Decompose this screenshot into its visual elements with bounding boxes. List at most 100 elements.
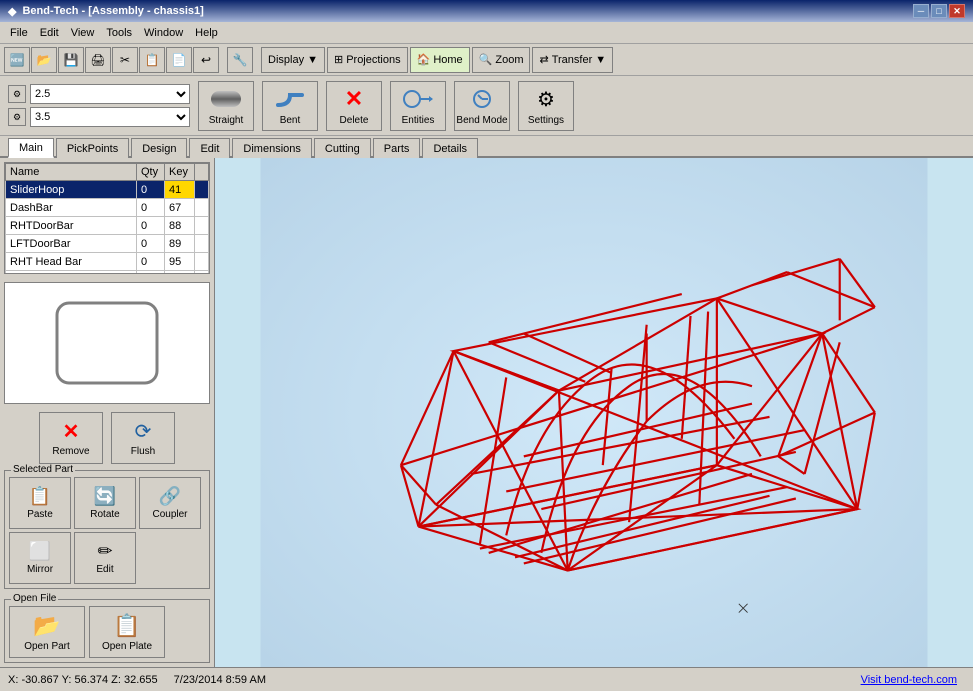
open-button[interactable]: 📂 bbox=[31, 47, 57, 73]
bent-label: Bent bbox=[280, 115, 301, 126]
copy-button[interactable]: 📋 bbox=[139, 47, 165, 73]
entities-icon bbox=[402, 85, 434, 113]
display-button[interactable]: Display ▼ bbox=[261, 47, 325, 73]
table-row[interactable]: SliderHoop 0 41 bbox=[6, 181, 209, 199]
tool-dropdowns: ⚙ 2.5 3.0 3.5 ⚙ 3.5 2.5 4.0 bbox=[8, 84, 190, 127]
col-header-key: Key bbox=[165, 164, 195, 181]
selected-part-title: Selected Part bbox=[11, 464, 75, 475]
display-label: Display bbox=[268, 54, 304, 66]
table-row[interactable]: LFT Head Bar 0 99 bbox=[6, 271, 209, 275]
projections-button[interactable]: ⊞ Projections bbox=[327, 47, 408, 73]
special-button[interactable]: 🔧 bbox=[227, 47, 253, 73]
straight-label: Straight bbox=[209, 115, 243, 126]
part-key: 67 bbox=[165, 199, 195, 217]
3d-viewport[interactable] bbox=[215, 158, 973, 667]
menu-view[interactable]: View bbox=[65, 25, 101, 41]
flush-button[interactable]: ⟳ Flush bbox=[111, 412, 175, 464]
coupler-button[interactable]: 🔗 Coupler bbox=[139, 477, 201, 529]
straight-button[interactable]: Straight bbox=[198, 81, 254, 131]
open-part-label: Open Part bbox=[24, 641, 70, 652]
remove-icon: ✕ bbox=[63, 419, 80, 444]
delete-button[interactable]: ✕ Delete bbox=[326, 81, 382, 131]
paste-button[interactable]: 📋 Paste bbox=[9, 477, 71, 529]
part-name: SliderHoop bbox=[6, 181, 137, 199]
open-part-button[interactable]: 📂 Open Part bbox=[9, 606, 85, 658]
parts-table: Name Qty Key SliderHoop 0 41 bbox=[5, 163, 209, 274]
tool-dropdown-2[interactable]: 3.5 2.5 4.0 bbox=[30, 107, 190, 127]
table-row[interactable]: RHT Head Bar 0 95 bbox=[6, 253, 209, 271]
delete-icon: ✕ bbox=[338, 85, 370, 113]
tab-cutting[interactable]: Cutting bbox=[314, 138, 371, 158]
tool-row-2: ⚙ 3.5 2.5 4.0 bbox=[8, 107, 190, 127]
tab-main[interactable]: Main bbox=[8, 138, 54, 158]
table-row[interactable]: LFTDoorBar 0 89 bbox=[6, 235, 209, 253]
rotate-button[interactable]: 🔄 Rotate bbox=[74, 477, 136, 529]
tab-pickpoints[interactable]: PickPoints bbox=[56, 138, 129, 158]
table-row[interactable]: RHTDoorBar 0 88 bbox=[6, 217, 209, 235]
part-key: 88 bbox=[165, 217, 195, 235]
part-key: 95 bbox=[165, 253, 195, 271]
menu-help[interactable]: Help bbox=[189, 25, 224, 41]
mirror-button[interactable]: ⬜ Mirror bbox=[9, 532, 71, 584]
paste-btn[interactable]: 📄 bbox=[166, 47, 192, 73]
titlebar-controls: ─ □ ✕ bbox=[913, 4, 965, 18]
minimize-button[interactable]: ─ bbox=[913, 4, 929, 18]
menu-tools[interactable]: Tools bbox=[100, 25, 138, 41]
projections-label: Projections bbox=[346, 54, 400, 66]
statusbar-link[interactable]: Visit bend-tech.com bbox=[861, 674, 965, 686]
rotate-icon: 🔄 bbox=[94, 486, 116, 507]
tab-details[interactable]: Details bbox=[422, 138, 478, 158]
settings-button[interactable]: ⚙ Settings bbox=[518, 81, 574, 131]
settings-icon: ⚙ bbox=[530, 85, 562, 113]
parts-list-scroll[interactable]: Name Qty Key SliderHoop 0 41 bbox=[5, 163, 209, 274]
menu-edit[interactable]: Edit bbox=[34, 25, 65, 41]
preview-svg bbox=[27, 283, 187, 403]
titlebar-left: ◆ Bend-Tech - [Assembly - chassis1] bbox=[8, 5, 204, 18]
menu-window[interactable]: Window bbox=[138, 25, 189, 41]
menu-file[interactable]: File bbox=[4, 25, 34, 41]
part-key: 89 bbox=[165, 235, 195, 253]
part-name: LFTDoorBar bbox=[6, 235, 137, 253]
bend-mode-label: Bend Mode bbox=[456, 115, 507, 126]
mirror-icon: ⬜ bbox=[29, 541, 51, 562]
transfer-button[interactable]: ⇄ Transfer ▼ bbox=[532, 47, 613, 73]
open-plate-label: Open Plate bbox=[102, 641, 152, 652]
part-name: RHT Head Bar bbox=[6, 253, 137, 271]
tool-area: ⚙ 2.5 3.0 3.5 ⚙ 3.5 2.5 4.0 Straight bbox=[0, 76, 973, 136]
tool-icon-1: ⚙ bbox=[8, 85, 26, 103]
bend-mode-button[interactable]: Bend Mode bbox=[454, 81, 510, 131]
zoom-button[interactable]: 🔍 Zoom bbox=[472, 47, 531, 73]
new-button[interactable]: 🆕 bbox=[4, 47, 30, 73]
entities-button[interactable]: Entities bbox=[390, 81, 446, 131]
selected-part-section: Selected Part 📋 Paste 🔄 Rotate 🔗 Coupler… bbox=[4, 470, 210, 589]
chassis-svg bbox=[215, 158, 973, 667]
tab-parts[interactable]: Parts bbox=[373, 138, 421, 158]
app-title: Bend-Tech - [Assembly - chassis1] bbox=[22, 5, 203, 17]
edit-button[interactable]: ✏ Edit bbox=[74, 532, 136, 584]
edit-label: Edit bbox=[96, 564, 113, 575]
remove-button[interactable]: ✕ Remove bbox=[39, 412, 103, 464]
open-plate-button[interactable]: 📋 Open Plate bbox=[89, 606, 165, 658]
close-button[interactable]: ✕ bbox=[949, 4, 965, 18]
table-row[interactable]: DashBar 0 67 bbox=[6, 199, 209, 217]
tab-edit[interactable]: Edit bbox=[189, 138, 230, 158]
cut-button[interactable]: ✂ bbox=[112, 47, 138, 73]
coupler-label: Coupler bbox=[152, 509, 187, 520]
open-file-section: Open File 📂 Open Part 📋 Open Plate bbox=[4, 599, 210, 663]
edit-icon: ✏ bbox=[97, 541, 112, 562]
part-name: RHTDoorBar bbox=[6, 217, 137, 235]
tab-design[interactable]: Design bbox=[131, 138, 187, 158]
bent-button[interactable]: Bent bbox=[262, 81, 318, 131]
maximize-button[interactable]: □ bbox=[931, 4, 947, 18]
print-button[interactable]: 🖨 bbox=[85, 47, 111, 73]
flush-icon: ⟳ bbox=[135, 419, 152, 444]
home-button[interactable]: 🏠 Home bbox=[410, 47, 470, 73]
tab-dimensions[interactable]: Dimensions bbox=[232, 138, 311, 158]
display-arrow-icon: ▼ bbox=[307, 54, 318, 66]
bend-mode-icon bbox=[466, 85, 498, 113]
save-button[interactable]: 💾 bbox=[58, 47, 84, 73]
col-header-qty: Qty bbox=[137, 164, 165, 181]
tool-dropdown-1[interactable]: 2.5 3.0 3.5 bbox=[30, 84, 190, 104]
undo-button[interactable]: ↩ bbox=[193, 47, 219, 73]
app-logo: ◆ bbox=[8, 5, 16, 18]
